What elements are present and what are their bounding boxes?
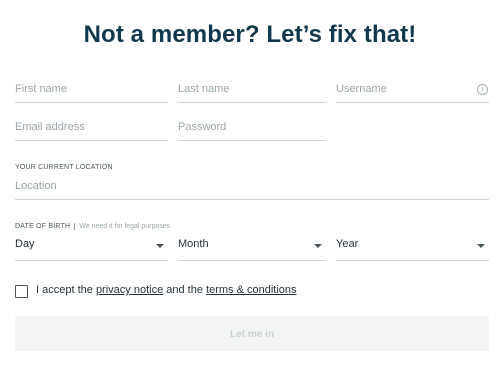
dob-month-value: Month [178, 238, 209, 250]
dob-day-value: Day [15, 238, 35, 250]
consent-middle: and the [163, 284, 207, 296]
dob-month-select[interactable]: Month [178, 234, 326, 261]
email-field[interactable] [15, 116, 168, 141]
location-input[interactable] [15, 175, 489, 197]
chevron-down-icon [477, 244, 485, 248]
password-input[interactable] [178, 116, 326, 138]
dob-label: DATE OF BIRTH [15, 223, 71, 230]
location-label: YOUR CURRENT LOCATION [15, 164, 113, 171]
first-name-input[interactable] [15, 78, 168, 100]
dob-label-row: DATE OF BIRTH We need it for legal purpos… [15, 223, 171, 230]
consent-text: I accept the privacy notice and the term… [36, 284, 297, 296]
dob-day-select[interactable]: Day [15, 234, 168, 261]
last-name-field[interactable] [178, 78, 326, 103]
location-field[interactable] [15, 175, 489, 200]
terms-conditions-link[interactable]: terms & conditions [206, 284, 296, 296]
password-field[interactable] [178, 116, 326, 141]
page-title: Not a member? Let’s fix that! [83, 21, 417, 48]
last-name-input[interactable] [178, 78, 326, 100]
username-field[interactable]: i [336, 78, 489, 103]
consent-checkbox[interactable] [15, 285, 28, 298]
info-icon[interactable]: i [477, 84, 488, 95]
privacy-notice-link[interactable]: privacy notice [96, 284, 163, 296]
dob-year-value: Year [336, 238, 359, 250]
submit-button[interactable]: Let me in [15, 316, 489, 351]
dob-year-select[interactable]: Year [336, 234, 489, 261]
dob-note: We need it for legal purposes [74, 223, 171, 230]
chevron-down-icon [156, 244, 164, 248]
username-input[interactable] [336, 78, 476, 100]
email-input[interactable] [15, 116, 168, 138]
consent-prefix: I accept the [36, 284, 96, 296]
chevron-down-icon [314, 244, 322, 248]
first-name-field[interactable] [15, 78, 168, 103]
